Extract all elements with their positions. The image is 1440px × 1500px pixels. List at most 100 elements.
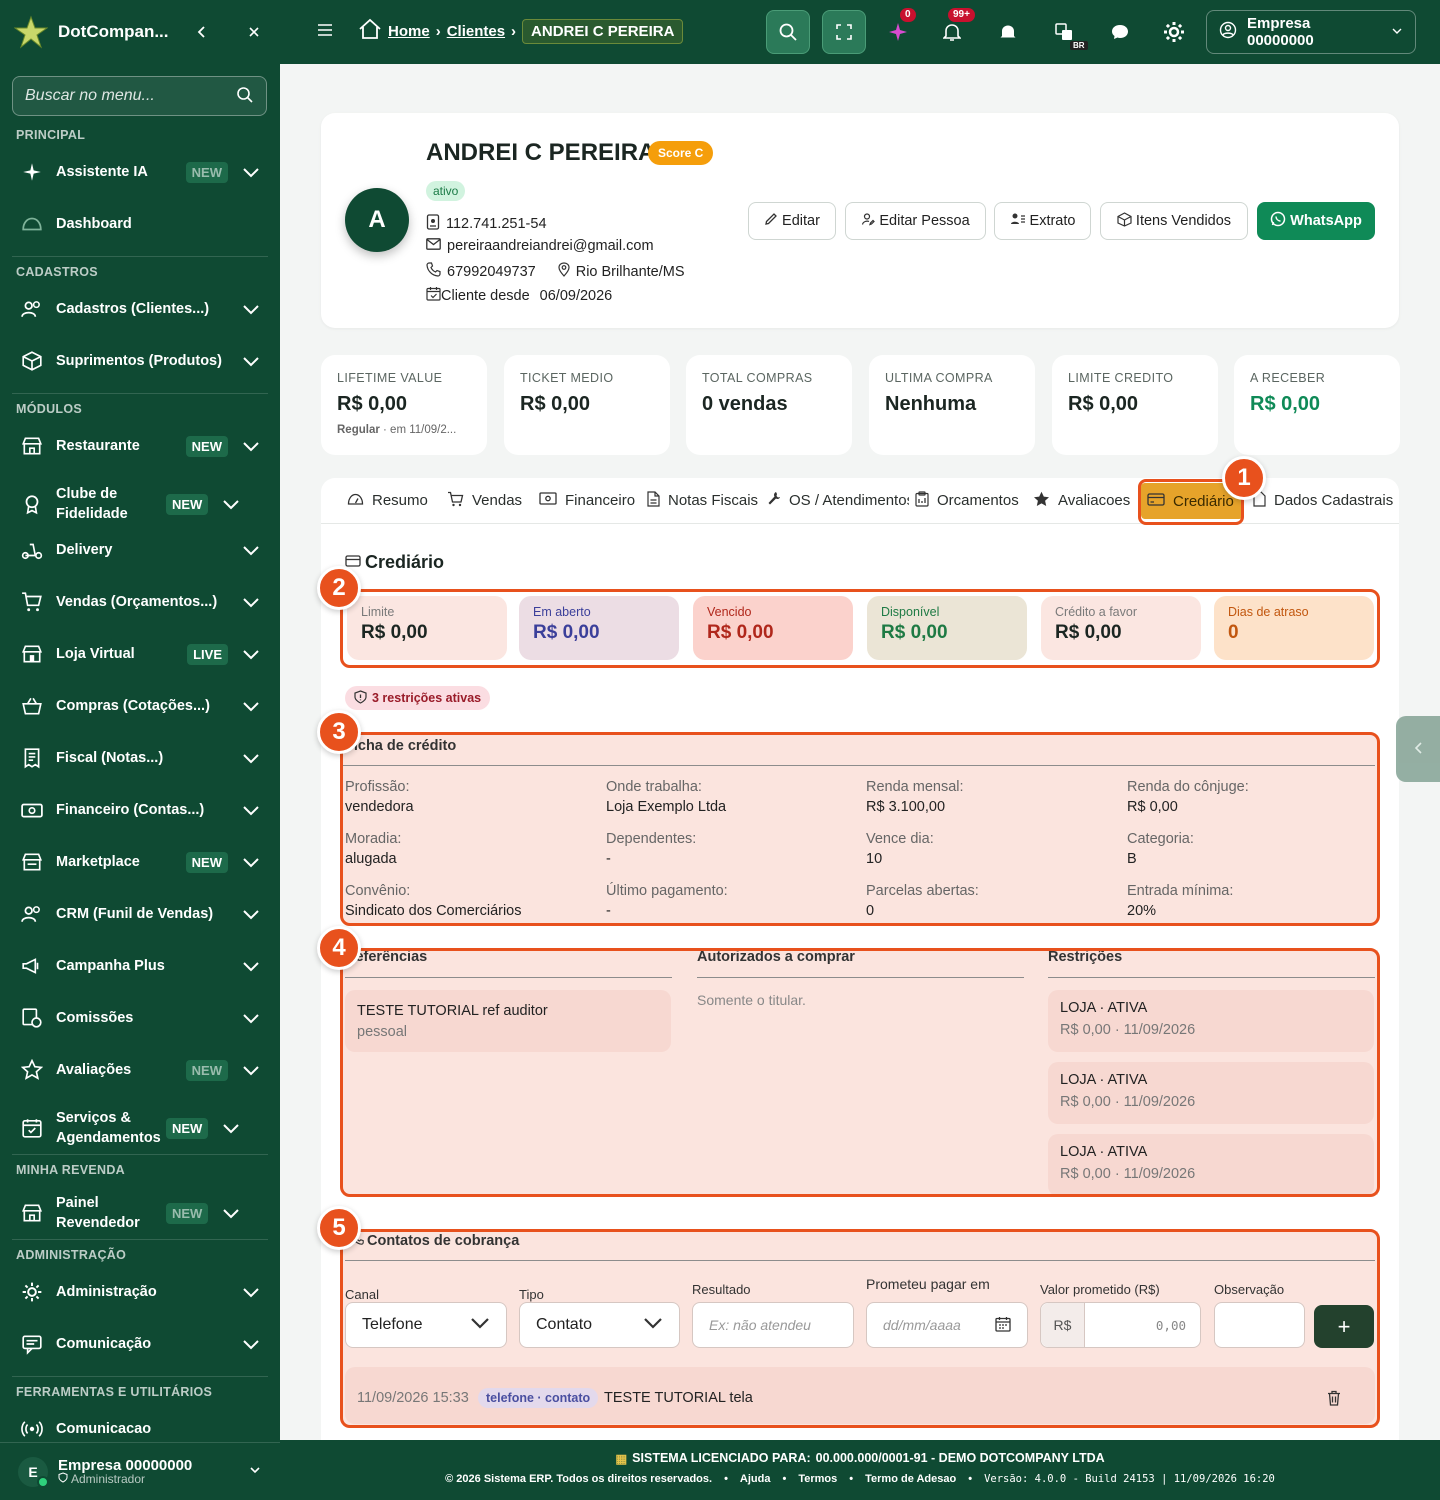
close-icon[interactable] xyxy=(242,20,266,44)
tab-financeiro[interactable]: Financeiro xyxy=(533,478,643,523)
chevron-down-icon[interactable] xyxy=(248,1463,262,1480)
user-menu-button[interactable]: Empresa 00000000 xyxy=(1206,10,1416,54)
sidebar-item-painel-revendedor[interactable]: Painel Revendedor NEW xyxy=(0,1187,280,1239)
since-label: Cliente desde xyxy=(441,287,530,304)
tab-resumo[interactable]: Resumo xyxy=(341,478,436,523)
kpi-value: 0 vendas xyxy=(702,393,788,415)
sidebar-item-fiscal-notas[interactable]: Fiscal (Notas...) xyxy=(0,738,280,778)
chevron-down-icon xyxy=(242,749,260,767)
home-icon[interactable] xyxy=(358,18,382,44)
customer-name: ANDREI C PEREIRA xyxy=(426,139,656,166)
basket-icon xyxy=(20,694,44,718)
sidebar-item-dashboard[interactable]: Dashboard xyxy=(0,204,280,244)
tab-avaliacoes[interactable]: Avaliacoes xyxy=(1027,478,1138,523)
sidebar-item-cadastros-clientes[interactable]: Cadastros (Clientes...) xyxy=(0,289,280,329)
sidebar-item-compras-cotações[interactable]: Compras (Cotações...) xyxy=(0,686,280,726)
user-menu-label: Empresa 00000000 xyxy=(1247,15,1314,49)
cpf-row: 112.741.251-54 xyxy=(426,214,547,234)
sidebar-item-restaurante[interactable]: Restaurante NEW xyxy=(0,426,280,466)
tab-os-atendimentos[interactable]: OS / Atendimentos xyxy=(761,478,922,523)
tab-vendas[interactable]: Vendas xyxy=(441,478,530,523)
sidebar-item-badge: NEW xyxy=(185,435,228,457)
whatsapp-button[interactable]: WhatsApp xyxy=(1257,202,1375,240)
kpi-card: TOTAL COMPRAS 0 vendas xyxy=(686,355,852,455)
hamburger-menu-icon[interactable] xyxy=(316,22,334,41)
annotation-marker-4: 4 xyxy=(317,926,361,970)
bell-icon[interactable] xyxy=(986,10,1030,54)
kpi-sub: · em 11/09/2... xyxy=(383,424,457,436)
edit-person-button[interactable]: Editar Pessoa xyxy=(845,202,986,240)
email-value[interactable]: pereiraandreiandrei@gmail.com xyxy=(447,238,654,254)
side-panel-toggle[interactable] xyxy=(1396,716,1440,782)
restrictions-badge[interactable]: 3 restrições ativas xyxy=(345,686,491,710)
gauge-icon xyxy=(20,212,44,236)
sidebar-item-label: Campanha Plus xyxy=(56,958,165,974)
statement-button[interactable]: Extrato xyxy=(994,202,1091,240)
sidebar-item-administração[interactable]: Administração xyxy=(0,1272,280,1312)
edit-button[interactable]: Editar xyxy=(748,202,836,240)
menu-search[interactable] xyxy=(12,76,267,116)
sidebar-item-label: Comunicação xyxy=(56,1336,152,1352)
sidebar-item-assistente-ia[interactable]: Assistente IA NEW xyxy=(0,152,280,192)
brand-name: DotCompan... xyxy=(58,22,169,41)
sidebar-item-vendas-orçamentos[interactable]: Vendas (Orçamentos...) xyxy=(0,582,280,622)
phone-icon xyxy=(426,262,441,281)
search-icon[interactable] xyxy=(236,86,254,107)
breadcrumb-clientes[interactable]: Clientes xyxy=(447,23,505,40)
sidebar-item-campanha-plus[interactable]: Campanha Plus xyxy=(0,946,280,986)
footer-link-adesao[interactable]: Termo de Adesao xyxy=(865,1473,956,1485)
megaphone-icon xyxy=(20,954,44,978)
sidebar-item-crm-funil-de-vendas[interactable]: CRM (Funil de Vendas) xyxy=(0,894,280,934)
sidebar-item-label: Comunicacao xyxy=(56,1421,152,1437)
email-row: pereiraandreiandrei@gmail.com xyxy=(426,238,654,254)
footer-links: © 2026 Sistema ERP. Todos os direitos re… xyxy=(445,1473,1275,1485)
clipboard-icon xyxy=(915,490,929,511)
chevron-down-icon xyxy=(242,1283,260,1301)
sidebar-item-marketplace[interactable]: Marketplace NEW xyxy=(0,842,280,882)
divider xyxy=(12,256,268,257)
footer-link-termos[interactable]: Termos xyxy=(798,1473,837,1485)
sidebar-item-delivery[interactable]: Delivery xyxy=(0,530,280,570)
sidebar-item-label: Comissões xyxy=(56,1010,134,1026)
chevron-down-icon xyxy=(242,163,260,181)
chevron-left-icon xyxy=(1413,741,1423,758)
sidebar-item-avaliações[interactable]: Avaliações NEW xyxy=(0,1050,280,1090)
fullscreen-button[interactable] xyxy=(822,10,866,54)
tab-orcamentos[interactable]: Orcamentos xyxy=(909,478,1027,523)
breadcrumb-home[interactable]: Home xyxy=(388,23,430,40)
sidebar-item-loja-virtual[interactable]: Loja Virtual LIVE xyxy=(0,634,280,674)
sidebar-item-suprimentos-produtos[interactable]: Suprimentos (Produtos) xyxy=(0,341,280,381)
sidebar-item-serviços-agendamentos[interactable]: Serviços & Agendamentos NEW xyxy=(0,1102,280,1154)
kpi-label: TICKET MEDIO xyxy=(520,371,614,385)
sidebar-item-financeiro-contas[interactable]: Financeiro (Contas...) xyxy=(0,790,280,830)
tab-dados-cadastrais[interactable]: Dados Cadastrais xyxy=(1247,478,1399,523)
sidebar-item-clube-de-fidelidade[interactable]: Clube de Fidelidade NEW xyxy=(0,478,280,530)
kpi-card: A RECEBER R$ 0,00 xyxy=(1234,355,1400,455)
sidebar-user[interactable]: E Empresa 00000000 Administrador xyxy=(0,1442,280,1500)
phone-value[interactable]: 67992049737 xyxy=(447,264,536,280)
footer-link-ajuda[interactable]: Ajuda xyxy=(740,1473,771,1485)
global-search-button[interactable] xyxy=(766,10,810,54)
tab-notas-fiscais[interactable]: Notas Fiscais xyxy=(641,478,766,523)
sidebar-item-comissões[interactable]: Comissões xyxy=(0,998,280,1038)
gear-icon[interactable] xyxy=(1152,10,1196,54)
section-revenda: MINHA REVENDA xyxy=(16,1163,125,1177)
menu-search-input[interactable] xyxy=(25,87,236,105)
sidebar-item-comunicação[interactable]: Comunicação xyxy=(0,1324,280,1364)
chat-icon[interactable] xyxy=(1098,10,1142,54)
sidebar-item-badge: NEW xyxy=(185,851,228,873)
section-cadastros: CADASTROS xyxy=(16,265,98,279)
cart-icon xyxy=(447,491,464,511)
sidebar-item-badge: NEW xyxy=(185,161,228,183)
collapse-sidebar-icon[interactable] xyxy=(190,20,214,44)
cpf-value: 112.741.251-54 xyxy=(446,216,547,232)
annotation-box-3 xyxy=(340,732,1380,926)
kpi-value: R$ 0,00 xyxy=(1250,393,1321,415)
annotation-box-4 xyxy=(340,948,1380,1197)
items-sold-button[interactable]: Itens Vendidos xyxy=(1100,202,1248,240)
chevron-down-icon xyxy=(242,437,260,455)
receipt-icon xyxy=(20,746,44,770)
city-value: Rio Brilhante/MS xyxy=(575,263,685,280)
kpi-label: LIMITE CREDITO xyxy=(1068,371,1174,385)
id-card-icon xyxy=(426,214,440,234)
